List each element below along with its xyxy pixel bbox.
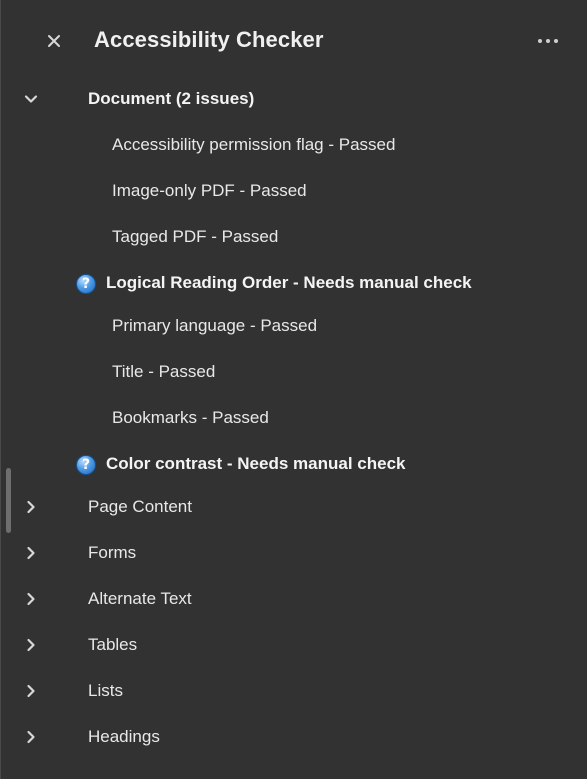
check-item-manual[interactable]: ? Color contrast - Needs manual check [1, 446, 587, 482]
check-item-label: Color contrast - Needs manual check [106, 454, 406, 473]
scrollbar-thumb[interactable] [6, 468, 11, 533]
section-label: Forms [88, 543, 137, 562]
chevron-right-icon[interactable] [19, 541, 43, 565]
check-item-manual[interactable]: ? Logical Reading Order - Needs manual c… [1, 265, 587, 301]
question-circle-icon: ? [76, 455, 96, 475]
chevron-right-icon[interactable] [19, 725, 43, 749]
check-item-label: Title - Passed [112, 362, 216, 381]
section-label: Tables [88, 635, 138, 654]
section-label: Lists [88, 681, 123, 700]
check-item-label: Bookmarks - Passed [112, 408, 269, 427]
chevron-right-icon[interactable] [19, 679, 43, 703]
more-horizontal-icon [538, 39, 542, 43]
chevron-down-icon[interactable] [19, 87, 43, 111]
more-options-button[interactable] [531, 28, 565, 54]
check-item[interactable]: Primary language - Passed [1, 308, 587, 344]
section-page-content[interactable]: Page Content [1, 489, 587, 525]
check-item[interactable]: Image-only PDF - Passed [1, 173, 587, 209]
check-item-label: Primary language - Passed [112, 316, 318, 335]
more-dot [554, 39, 558, 43]
check-item-label: Accessibility permission flag - Passed [112, 135, 396, 154]
section-document[interactable]: Document (2 issues) [1, 81, 587, 117]
check-item[interactable]: Tagged PDF - Passed [1, 219, 587, 255]
check-item[interactable]: Bookmarks - Passed [1, 400, 587, 436]
section-label: Alternate Text [88, 589, 192, 608]
section-headings[interactable]: Headings [1, 719, 587, 755]
chevron-right-icon[interactable] [19, 633, 43, 657]
section-lists[interactable]: Lists [1, 673, 587, 709]
check-item-label: Image-only PDF - Passed [112, 181, 307, 200]
check-item[interactable]: Accessibility permission flag - Passed [1, 127, 587, 163]
section-forms[interactable]: Forms [1, 535, 587, 571]
section-label: Headings [88, 727, 160, 746]
check-item-label: Tagged PDF - Passed [112, 227, 279, 246]
accessibility-checker-panel: Accessibility Checker Document (2 issues… [0, 0, 587, 779]
section-label: Page Content [88, 497, 192, 516]
section-alternate-text[interactable]: Alternate Text [1, 581, 587, 617]
section-label: Document (2 issues) [88, 89, 255, 108]
section-tables[interactable]: Tables [1, 627, 587, 663]
more-dot [546, 39, 550, 43]
check-item[interactable]: Title - Passed [1, 354, 587, 390]
panel-header: Accessibility Checker [1, 0, 587, 80]
close-icon [48, 35, 60, 47]
chevron-right-icon[interactable] [19, 587, 43, 611]
check-item-label: Logical Reading Order - Needs manual che… [106, 273, 472, 292]
chevron-right-icon[interactable] [19, 495, 43, 519]
question-circle-icon: ? [76, 274, 96, 294]
panel-title: Accessibility Checker [94, 27, 324, 52]
close-button[interactable] [41, 28, 67, 54]
